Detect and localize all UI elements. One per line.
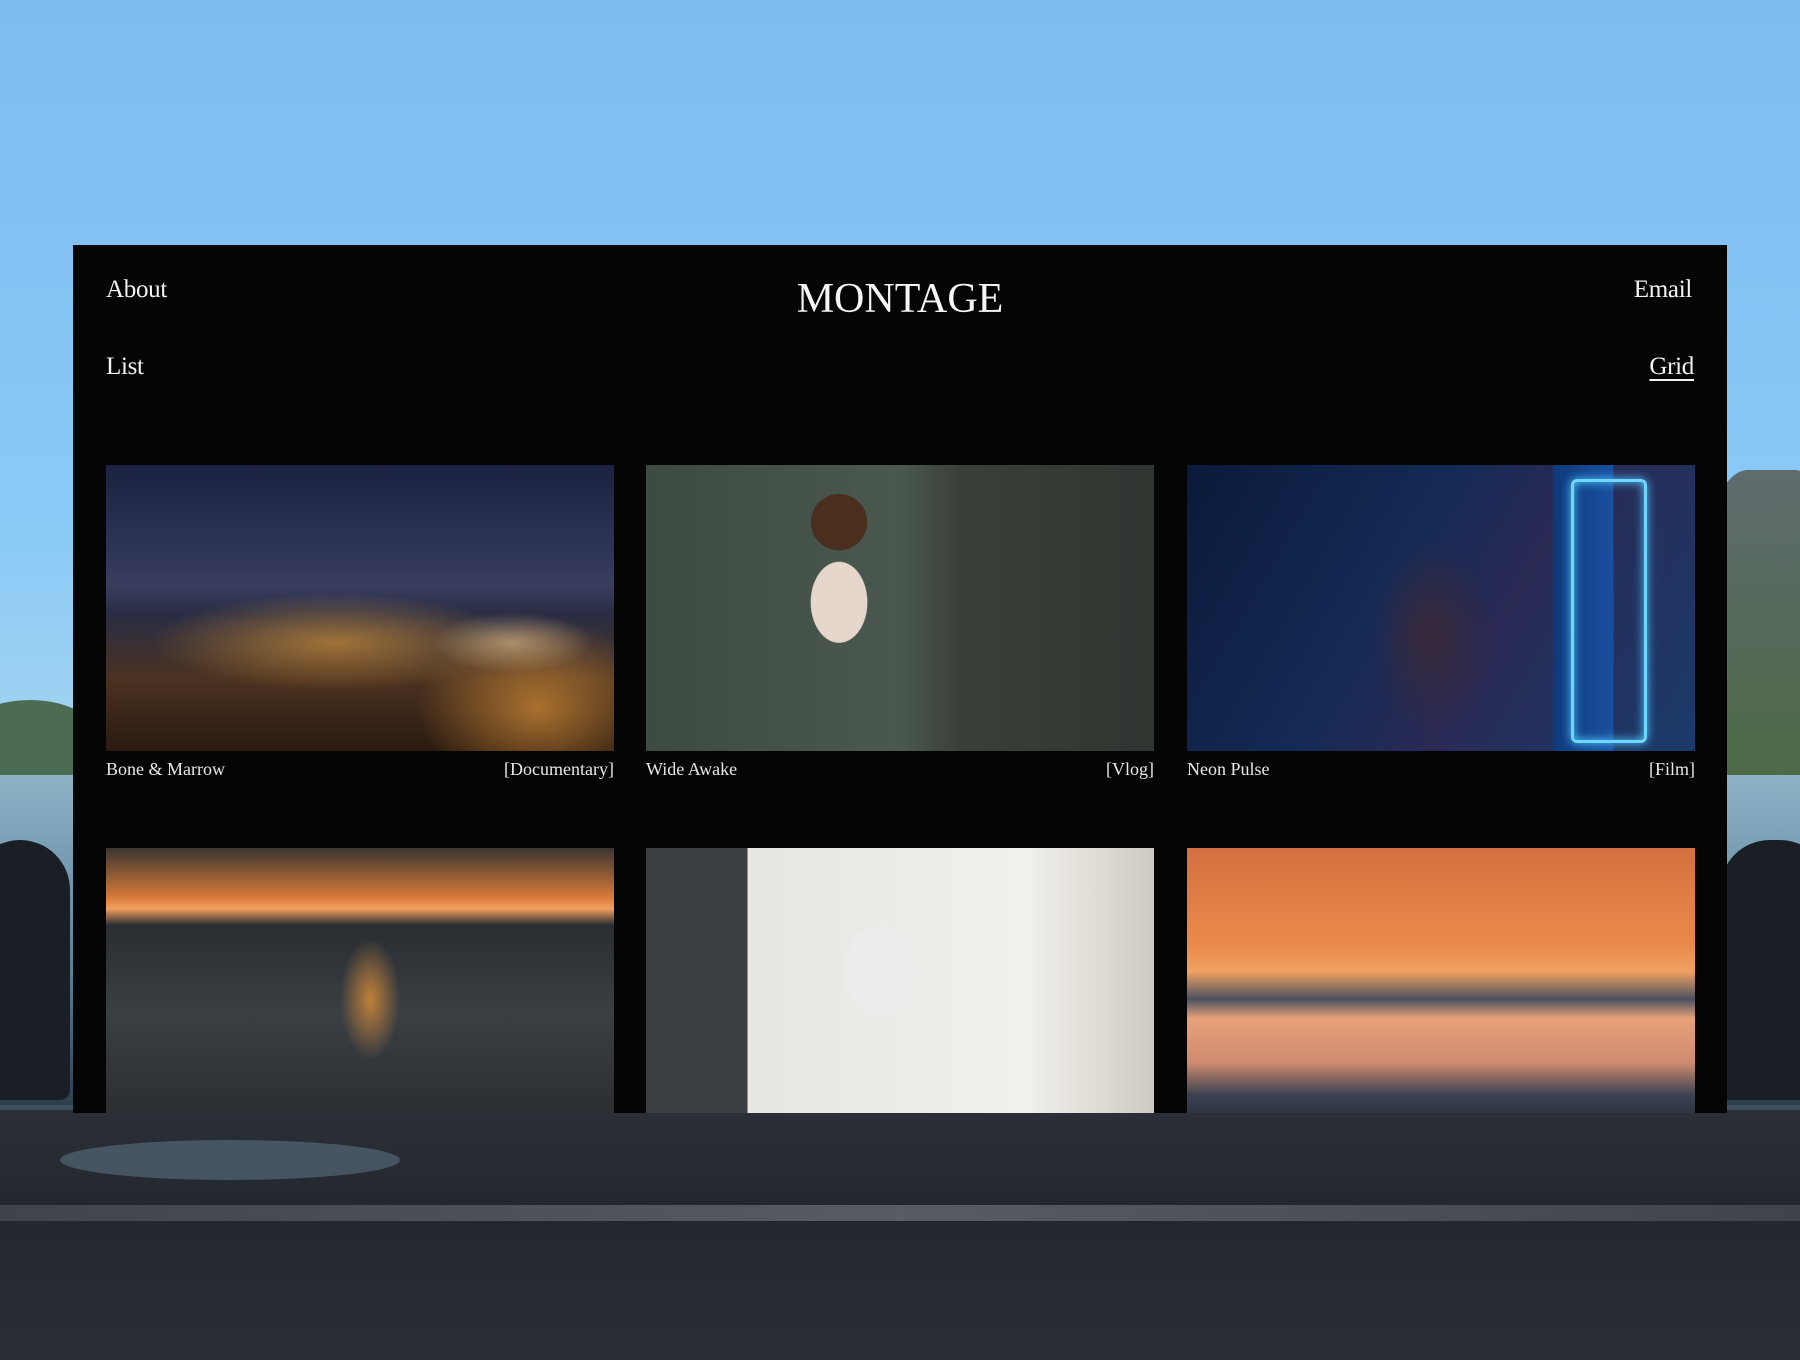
neon-sign bbox=[1571, 479, 1647, 743]
project-title: Bone & Marrow bbox=[106, 759, 225, 779]
project-category: [Film] bbox=[1648, 759, 1695, 779]
project-thumbnail[interactable] bbox=[1187, 465, 1695, 751]
project-card-wide-awake[interactable]: Wide Awake [Vlog] bbox=[646, 465, 1154, 780]
site-logo[interactable]: MONTAGE bbox=[73, 275, 1727, 323]
project-category: [Documentary] bbox=[504, 759, 614, 779]
project-caption: Wide Awake [Vlog] bbox=[646, 759, 1154, 780]
project-caption: Bone & Marrow [Documentary] bbox=[106, 759, 614, 780]
project-thumbnail[interactable] bbox=[106, 465, 614, 751]
background-person bbox=[0, 840, 70, 1100]
site-window: About MONTAGE Email List Grid Bone & Mar… bbox=[73, 245, 1727, 1113]
project-title: Neon Pulse bbox=[1187, 759, 1270, 779]
project-caption: Neon Pulse [Film] bbox=[1187, 759, 1695, 780]
background-person bbox=[1720, 840, 1800, 1100]
view-grid-toggle[interactable]: Grid bbox=[1649, 353, 1694, 381]
project-thumbnail[interactable] bbox=[646, 465, 1154, 751]
project-thumbnail[interactable] bbox=[646, 848, 1154, 1113]
project-category: [Vlog] bbox=[1106, 759, 1154, 779]
project-card[interactable] bbox=[1187, 848, 1695, 1113]
nav-email-link[interactable]: Email bbox=[1634, 276, 1693, 304]
project-card[interactable] bbox=[646, 848, 1154, 1113]
view-list-toggle[interactable]: List bbox=[106, 353, 144, 381]
project-card[interactable] bbox=[106, 848, 614, 1113]
project-title: Wide Awake bbox=[646, 759, 738, 779]
project-thumbnail[interactable] bbox=[1187, 848, 1695, 1113]
background-road-line bbox=[0, 1205, 1800, 1221]
project-thumbnail[interactable] bbox=[106, 848, 614, 1113]
background-scene: About MONTAGE Email List Grid Bone & Mar… bbox=[0, 0, 1800, 1360]
project-card-neon-pulse[interactable]: Neon Pulse [Film] bbox=[1187, 465, 1695, 780]
background-puddle bbox=[60, 1140, 400, 1180]
project-card-bone-marrow[interactable]: Bone & Marrow [Documentary] bbox=[106, 465, 614, 780]
